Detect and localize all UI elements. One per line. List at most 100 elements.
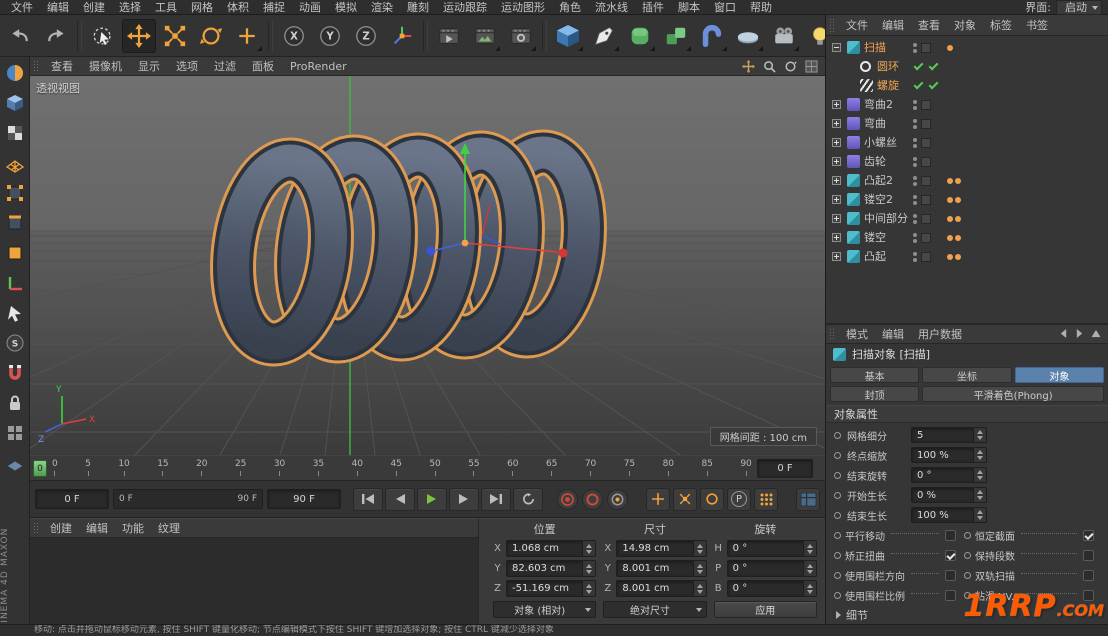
coordinate-input[interactable]: 8.001 cm — [616, 580, 706, 597]
timeline-tick[interactable]: 70 — [585, 458, 596, 480]
field-input[interactable]: 0 % — [911, 487, 987, 503]
workplane-snap-button[interactable] — [2, 450, 28, 476]
texture-mode-button[interactable] — [2, 120, 28, 146]
menubar-item[interactable]: 渲染 — [364, 0, 400, 15]
menubar-item[interactable]: 文件 — [4, 0, 40, 15]
coordinate-system-button[interactable] — [385, 19, 419, 53]
expand-icon[interactable] — [832, 138, 841, 147]
timeline-tick[interactable]: 55 — [468, 458, 479, 480]
object-tree-item[interactable]: 镂空 — [826, 228, 1108, 247]
expand-icon[interactable] — [832, 157, 841, 166]
checkbox[interactable] — [945, 570, 956, 581]
key-position-button[interactable] — [646, 488, 670, 511]
coordinate-input[interactable]: 0 ° — [727, 580, 817, 597]
enable-toggle-icon[interactable] — [921, 176, 931, 186]
menubar-item[interactable]: 选择 — [112, 0, 148, 15]
render-settings-button[interactable] — [504, 19, 538, 53]
coordinate-mode-dropdown[interactable]: 对象 (相对) — [493, 601, 596, 618]
object-tree-item[interactable]: 螺旋 — [826, 76, 1108, 95]
menubar-item[interactable]: 动画 — [292, 0, 328, 15]
orange-dot-icon[interactable] — [947, 197, 953, 203]
visibility-dots-icon[interactable] — [913, 252, 917, 262]
collapse-icon[interactable] — [832, 43, 841, 52]
object-tree-item[interactable]: 圆环 — [826, 57, 1108, 76]
object-label[interactable]: 圆环 — [877, 57, 899, 76]
coordinate-input[interactable]: 8.001 cm — [616, 560, 706, 577]
coordinate-input[interactable]: 0 ° — [727, 560, 817, 577]
menubar-item[interactable]: 窗口 — [707, 0, 743, 15]
checkbox[interactable] — [1083, 570, 1094, 581]
object-tree-item[interactable]: 小螺丝 — [826, 133, 1108, 152]
animation-dot-icon[interactable] — [834, 532, 841, 539]
visibility-dots-icon[interactable] — [913, 157, 917, 167]
visibility-dots-icon[interactable] — [913, 233, 917, 243]
animation-dot-icon[interactable] — [834, 472, 841, 479]
viewport-menu-item[interactable]: 选项 — [168, 57, 206, 76]
sweep-object-icon[interactable] — [847, 41, 860, 54]
object-manager-menu-item[interactable]: 编辑 — [875, 15, 911, 36]
orange-dot-icon[interactable] — [955, 216, 961, 222]
material-menu-item[interactable]: 功能 — [115, 518, 151, 539]
render-view-button[interactable] — [432, 19, 466, 53]
gizmo-z-handle-icon[interactable] — [427, 247, 436, 256]
viewport-menu-item[interactable]: ProRender — [282, 57, 355, 76]
orange-dot-icon[interactable] — [947, 254, 953, 260]
object-manager-menu-item[interactable]: 文件 — [839, 15, 875, 36]
animation-dot-icon[interactable] — [834, 592, 841, 599]
lock-workplane-button[interactable] — [2, 390, 28, 416]
visibility-dots-icon[interactable] — [913, 138, 917, 148]
menubar-item[interactable]: 工具 — [148, 0, 184, 15]
timeline-tick[interactable]: 20 — [196, 458, 207, 480]
object-label[interactable]: 齿轮 — [864, 152, 886, 171]
enable-toggle-icon[interactable] — [921, 233, 931, 243]
menubar-item[interactable]: 脚本 — [671, 0, 707, 15]
axis-y-lock-button[interactable]: Y — [313, 19, 347, 53]
stepper-icon[interactable] — [973, 448, 986, 462]
timeline-tick[interactable]: 45 — [390, 458, 401, 480]
field-input[interactable]: 100 % — [911, 447, 987, 463]
menubar-item[interactable]: 流水线 — [588, 0, 635, 15]
checkbox[interactable] — [945, 590, 956, 601]
checkbox[interactable] — [945, 550, 956, 561]
object-tree-item[interactable]: 中间部分 — [826, 209, 1108, 228]
expand-icon[interactable] — [832, 252, 841, 261]
menubar-item[interactable]: 运动图形 — [494, 0, 552, 15]
points-mode-button[interactable] — [2, 180, 28, 206]
checkbox[interactable] — [1083, 550, 1094, 561]
timeline-tick[interactable]: 65 — [546, 458, 557, 480]
expand-icon[interactable] — [832, 119, 841, 128]
object-label[interactable]: 小螺丝 — [864, 133, 897, 152]
check-icon[interactable] — [928, 61, 939, 72]
3d-viewport[interactable]: Y X Z 透视视图 网格间距 : 100 cm — [30, 76, 825, 455]
keyframe-selection-button[interactable] — [607, 489, 628, 510]
interface-dropdown[interactable]: 启动 — [1056, 0, 1102, 15]
last-tool-button[interactable] — [230, 19, 264, 53]
visibility-dots-icon[interactable] — [913, 214, 917, 224]
stepper-icon[interactable] — [973, 468, 986, 482]
object-label[interactable]: 螺旋 — [877, 76, 899, 95]
edges-mode-button[interactable] — [2, 210, 28, 236]
menubar-item[interactable]: 雕刻 — [400, 0, 436, 15]
orange-dot-icon[interactable] — [947, 178, 953, 184]
move-tool-button[interactable] — [122, 19, 156, 53]
expand-icon[interactable] — [832, 195, 841, 204]
orange-dot-icon[interactable] — [955, 178, 961, 184]
attribute-tab[interactable]: 对象 — [1015, 367, 1104, 383]
object-tree-item[interactable]: 凸起2 — [826, 171, 1108, 190]
panel-grip-icon[interactable] — [33, 522, 40, 534]
quantize-grid-button[interactable] — [2, 420, 28, 446]
material-menu-item[interactable]: 编辑 — [79, 518, 115, 539]
timeline-tick[interactable]: 85 — [701, 458, 712, 480]
toggle-view-layout-icon[interactable] — [804, 59, 819, 74]
coordinate-input[interactable]: -51.169 cm — [506, 580, 596, 597]
object-tree-item[interactable]: 齿轮 — [826, 152, 1108, 171]
timeline-tick[interactable]: 5 — [85, 458, 91, 480]
menubar-item[interactable]: 编辑 — [40, 0, 76, 15]
sweep-object-icon[interactable] — [847, 231, 860, 244]
render-picture-viewer-button[interactable] — [468, 19, 502, 53]
material-menu-item[interactable]: 纹理 — [151, 518, 187, 539]
object-label[interactable]: 凸起2 — [864, 171, 893, 190]
enable-toggle-icon[interactable] — [921, 138, 931, 148]
visibility-dots-icon[interactable] — [913, 43, 917, 53]
view-name-label[interactable]: 透视视图 — [36, 80, 80, 96]
